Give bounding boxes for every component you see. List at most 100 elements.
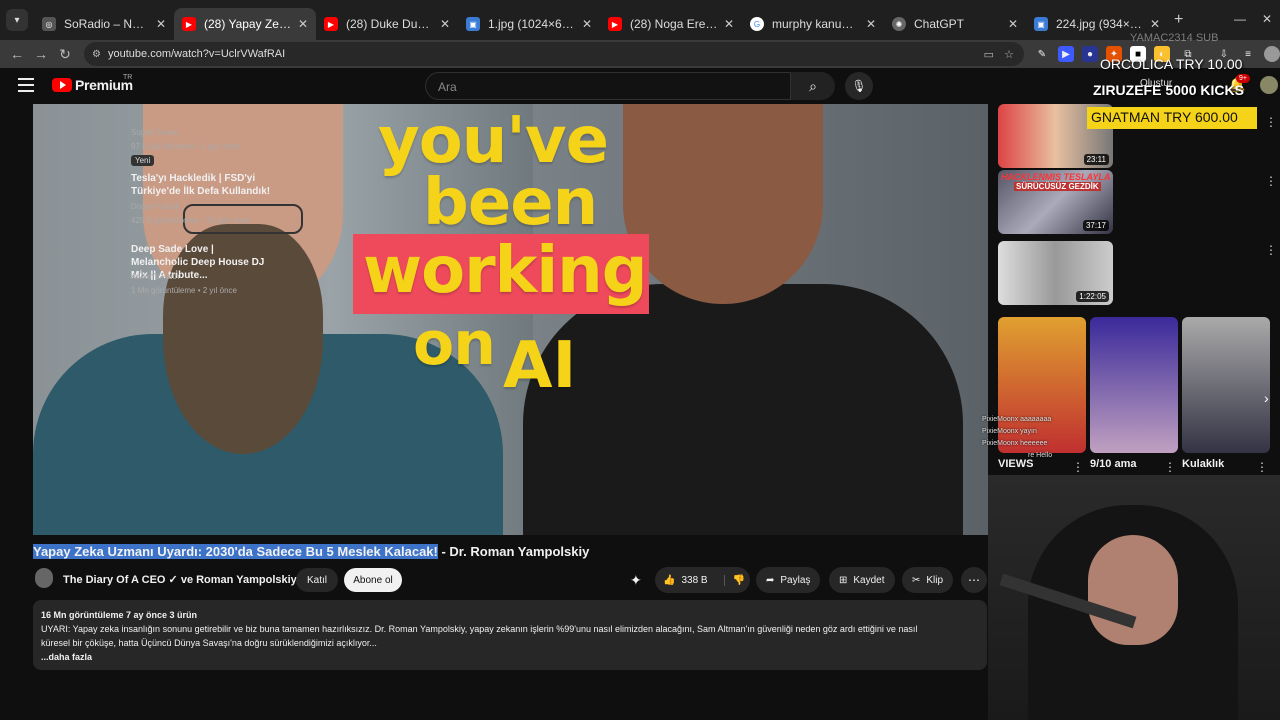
like-icon[interactable]: 👍	[663, 575, 675, 586]
site-info-icon[interactable]: ⚙	[92, 49, 101, 60]
window-close-icon[interactable]: ✕	[1262, 12, 1272, 26]
thumbnail-text-line4: on	[413, 309, 496, 379]
share-label: Paylaş	[780, 574, 811, 586]
new-badge: Yeni	[131, 155, 155, 166]
tab-google-search[interactable]: G murphy kanunu nedir - G ✕	[742, 8, 884, 40]
rec-channel[interactable]: Soğuk Savaş	[131, 128, 178, 137]
channel-name[interactable]: The Diary Of A CEO ✓ ve Roman Yampolskiy	[63, 573, 297, 586]
extension-icon[interactable]: ●	[1082, 46, 1098, 62]
short-title[interactable]: Kulaklık	[1182, 458, 1224, 470]
save-button[interactable]: ⊞ Kaydet	[829, 567, 895, 593]
rec-channel[interactable]: Doğan Kabak	[131, 202, 179, 211]
more-vert-icon[interactable]: ⋮	[1265, 243, 1277, 257]
region-code: TR	[123, 74, 133, 81]
donation-overlay-highlight: GNATMAN TRY 600.00	[1087, 107, 1257, 129]
rec-channel-text: Soğuk Savaş	[131, 128, 179, 137]
like-dislike-group: 👍 338 B 👎	[655, 567, 750, 593]
share-button[interactable]: ➦ Paylaş	[756, 567, 821, 593]
tab-image-1[interactable]: ▣ 1.jpg (1024×649) ✕	[458, 8, 600, 40]
url-field[interactable]: ⚙ youtube.com/watch?v=UclrVWafRAI ▭ ☆	[84, 42, 1024, 66]
more-vert-icon[interactable]: ⋮	[1265, 174, 1277, 188]
more-vert-icon[interactable]: ⋮	[1164, 460, 1176, 474]
close-icon[interactable]: ✕	[298, 17, 308, 31]
subscribe-button[interactable]: Abone ol	[344, 568, 402, 592]
tab-youtube-active[interactable]: ▶ (28) Yapay Zeka Uzmanı U ✕	[174, 8, 316, 40]
show-more-link[interactable]: ...daha fazla	[41, 650, 979, 664]
ai-sparkle-icon[interactable]: ✦	[630, 572, 642, 589]
recommendation-thumbnail[interactable]: 1:22:05	[998, 241, 1113, 305]
video-duration: 37:17	[1082, 220, 1109, 231]
clip-button[interactable]: ✂ Klip	[902, 567, 954, 593]
description-box[interactable]: 16 Mn görüntüleme 7 ay önce 3 ürün UYARI…	[33, 600, 987, 670]
account-avatar[interactable]	[1260, 76, 1278, 94]
search-input[interactable]: Ara	[425, 72, 791, 100]
short-title[interactable]: 9/10 ama	[1090, 458, 1136, 470]
pen-icon[interactable]: ✎	[1034, 46, 1050, 62]
close-icon[interactable]: ✕	[1150, 17, 1160, 31]
close-icon[interactable]: ✕	[156, 17, 166, 31]
thumb-overlay-text: SÜRÜCÜSÜZ GEZDİK	[1014, 182, 1101, 191]
stream-chat-line: PixieMoonx aaaaaaaa	[982, 416, 1052, 423]
more-vert-icon[interactable]: ⋮	[1256, 460, 1268, 474]
youtube-logo-icon[interactable]	[52, 78, 72, 92]
dislike-icon[interactable]: 👎	[723, 574, 745, 586]
bookmark-star-icon[interactable]: ☆	[1004, 48, 1014, 61]
close-icon[interactable]: ✕	[1008, 17, 1018, 31]
search-button[interactable]: ⌕	[791, 72, 835, 100]
more-vert-icon[interactable]: ⋮	[1265, 115, 1277, 129]
search-placeholder: Ara	[438, 80, 457, 94]
like-count[interactable]: 338 B	[681, 575, 707, 586]
back-icon[interactable]: ←	[4, 46, 30, 62]
hamburger-menu-icon[interactable]	[18, 78, 34, 92]
voice-search-button[interactable]: 🎙	[845, 72, 873, 100]
more-actions-button[interactable]: ⋯	[961, 567, 987, 593]
tab-search-icon[interactable]: ▾	[6, 9, 28, 31]
minimize-icon[interactable]: —	[1234, 12, 1246, 26]
view-stats: 16 Mn görüntüleme 7 ay önce 3 ürün	[41, 610, 198, 620]
short-thumbnail[interactable]	[1182, 317, 1270, 453]
rec-channel[interactable]: Arwen's Faith	[131, 272, 179, 281]
reload-icon[interactable]: ↻	[52, 46, 78, 63]
globe-icon: ◎	[42, 17, 56, 31]
forward-icon[interactable]: →	[28, 46, 54, 62]
join-button[interactable]: Katıl	[296, 568, 338, 592]
chevron-right-icon[interactable]: ›	[1264, 390, 1269, 406]
donation-overlay-line: YAMAC2314 SUB	[1130, 32, 1219, 44]
profile-avatar[interactable]	[1264, 46, 1280, 62]
rec-title[interactable]: Tesla'yı Hackledik | FSD'yi Türkiye'de İ…	[131, 172, 271, 198]
close-icon[interactable]: ✕	[440, 17, 450, 31]
channel-avatar[interactable]	[35, 568, 53, 588]
subscribe-label: Abone ol	[353, 574, 393, 586]
close-icon[interactable]: ✕	[724, 17, 734, 31]
youtube-header: Premium TR Ara ⌕ 🎙 Oluştur 🔔 9+	[0, 68, 1280, 104]
youtube-icon: ▶	[608, 17, 622, 31]
host-shirt	[523, 284, 963, 535]
extension-icon[interactable]: ▶	[1058, 46, 1074, 62]
tab-soradio[interactable]: ◎ SoRadio – News Admin ✕	[34, 8, 174, 40]
url-text: youtube.com/watch?v=UclrVWafRAI	[108, 48, 286, 60]
save-label: Kaydet	[853, 574, 885, 586]
new-tab-icon[interactable]: +	[1174, 11, 1183, 29]
more-vert-icon[interactable]: ⋮	[1072, 460, 1084, 474]
tab-title: SoRadio – News Admin	[64, 17, 150, 31]
tab-title: 224.jpg (934×1024)	[1056, 17, 1144, 31]
tab-chatgpt[interactable]: ✺ ChatGPT ✕	[884, 8, 1026, 40]
tab-duke-dumont[interactable]: ▶ (28) Duke Dumont - Ocea ✕	[316, 8, 458, 40]
share-icon: ➦	[766, 574, 775, 586]
video-player[interactable]: you've been working on AI	[33, 104, 988, 535]
recommendation-thumbnail[interactable]: HACKLENMIŞ TESLAYLA SÜRÜCÜSÜZ GEZDİK 37:…	[998, 170, 1113, 234]
channel-collab-text[interactable]: ✓ ve Roman Yampolskiy	[169, 574, 297, 586]
tab-noga-erez[interactable]: ▶ (28) Noga Erez - Full Perf ✕	[600, 8, 742, 40]
short-thumbnail[interactable]	[1090, 317, 1178, 453]
short-title[interactable]: VIEWS	[998, 458, 1033, 470]
close-icon[interactable]: ✕	[866, 17, 876, 31]
cast-icon[interactable]: ▭	[984, 48, 994, 61]
tab-title: (28) Yapay Zeka Uzmanı U	[204, 17, 292, 31]
description-line1: UYARI: Yapay zeka insanlığın sonunu geti…	[41, 624, 918, 634]
channel-name-text[interactable]: The Diary Of A CEO	[63, 574, 165, 586]
video-title-selected-text[interactable]: Yapay Zeka Uzmanı Uyardı: 2030'da Sadece…	[33, 544, 438, 559]
close-icon[interactable]: ✕	[582, 17, 592, 31]
browser-tab-bar: ▾ ◎ SoRadio – News Admin ✕ ▶ (28) Yapay …	[0, 0, 1280, 40]
video-duration: 1:22:05	[1076, 291, 1109, 302]
chatgpt-icon: ✺	[892, 17, 906, 31]
